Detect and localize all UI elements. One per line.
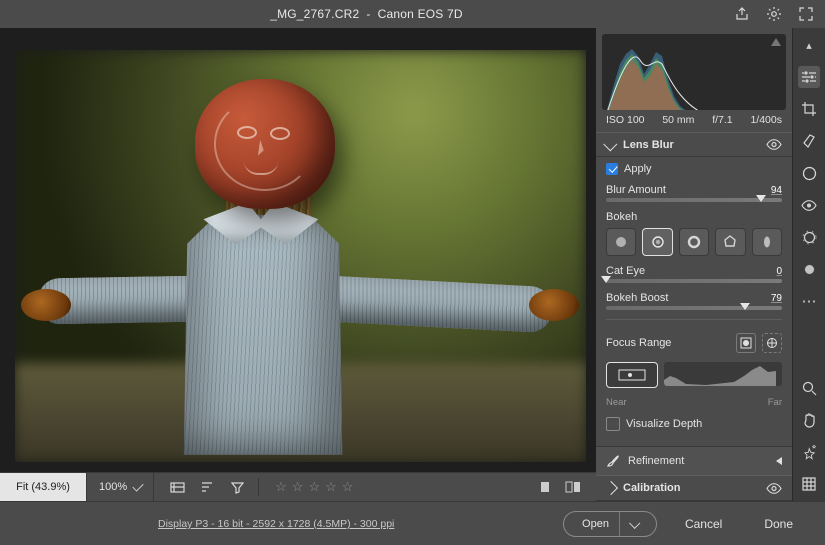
zoom-100-button[interactable]: 100% — [89, 473, 154, 501]
zoom-fit-button[interactable]: Fit (43.9%) — [0, 473, 87, 501]
triangle-left-icon — [776, 457, 782, 465]
bokeh-shape-ring[interactable] — [679, 228, 709, 256]
visibility-toggle-icon[interactable] — [766, 139, 782, 150]
brush-icon — [606, 454, 620, 468]
highlight-warning-icon — [771, 38, 781, 46]
blur-amount-slider[interactable]: Blur Amount 94 — [606, 184, 782, 202]
apply-checkbox[interactable]: Apply — [606, 163, 782, 175]
triangle-up-icon[interactable]: ▴ — [800, 36, 818, 54]
compare-view-icon[interactable] — [564, 478, 582, 496]
star-icon[interactable]: ☆ — [342, 479, 354, 495]
focus-area-icon[interactable] — [762, 333, 782, 353]
focus-point-icon[interactable] — [736, 333, 756, 353]
fullscreen-icon[interactable] — [797, 5, 815, 23]
visualize-depth-checkbox[interactable]: Visualize Depth — [606, 417, 782, 431]
done-button[interactable]: Done — [750, 517, 807, 531]
window-title: _MG_2767.CR2 - Canon EOS 7D — [270, 7, 463, 21]
presets-icon[interactable] — [800, 260, 818, 278]
bokeh-boost-slider[interactable]: Bokeh Boost 79 — [606, 292, 782, 310]
chevron-down-icon — [132, 480, 143, 491]
mask-icon[interactable] — [800, 164, 818, 182]
zoom-icon[interactable] — [800, 379, 818, 397]
export-icon[interactable] — [733, 5, 751, 23]
panel-header-calibration[interactable]: Calibration — [596, 475, 792, 501]
focus-range-label: Focus Range — [606, 337, 671, 349]
depth-histogram[interactable] — [664, 362, 782, 386]
redeye-icon[interactable] — [800, 196, 818, 214]
auto-icon[interactable] — [800, 443, 818, 461]
filter-icon[interactable] — [228, 478, 246, 496]
image-meta-link[interactable]: Display P3 - 16 bit - 2592 x 1728 (4.5MP… — [158, 518, 394, 530]
crop-icon[interactable] — [800, 100, 818, 118]
chevron-down-icon — [603, 137, 617, 151]
single-view-icon[interactable] — [536, 478, 554, 496]
healing-icon[interactable] — [800, 132, 818, 150]
focus-range-rect[interactable] — [606, 362, 658, 388]
snapshot-icon[interactable] — [800, 228, 818, 246]
bokeh-shape-cat[interactable] — [752, 228, 782, 256]
gear-icon[interactable] — [765, 5, 783, 23]
refinement-header[interactable]: Refinement — [596, 446, 792, 475]
bokeh-shape-blade[interactable] — [715, 228, 745, 256]
sort-icon[interactable] — [198, 478, 216, 496]
more-icon[interactable]: ⋯ — [800, 292, 818, 310]
exif-readout: ISO 10050 mmf/7.11/400s — [596, 110, 792, 132]
open-button[interactable]: Open — [563, 511, 657, 537]
panel-header-lens-blur[interactable]: Lens Blur — [596, 132, 792, 158]
histogram[interactable] — [602, 34, 786, 110]
visibility-toggle-icon[interactable] — [766, 483, 782, 494]
star-icon[interactable]: ☆ — [275, 479, 287, 495]
cat-eye-slider[interactable]: Cat Eye 0 — [606, 265, 782, 283]
star-icon[interactable]: ☆ — [308, 479, 320, 495]
chevron-right-icon — [604, 481, 618, 495]
edit-sliders-icon[interactable] — [798, 66, 820, 88]
cancel-button[interactable]: Cancel — [671, 517, 736, 531]
grid-cycle-icon[interactable] — [168, 478, 186, 496]
hand-icon[interactable] — [800, 411, 818, 429]
star-icon[interactable]: ☆ — [292, 479, 304, 495]
bokeh-shape-circle[interactable] — [606, 228, 636, 256]
rating-stars[interactable]: ☆ ☆ ☆ ☆ ☆ — [261, 479, 367, 495]
chevron-down-icon — [629, 518, 640, 529]
image-viewport[interactable] — [0, 28, 596, 472]
star-icon[interactable]: ☆ — [325, 479, 337, 495]
bokeh-label: Bokeh — [606, 211, 782, 223]
bokeh-shape-soap[interactable] — [642, 228, 672, 256]
grid-icon[interactable] — [800, 475, 818, 493]
